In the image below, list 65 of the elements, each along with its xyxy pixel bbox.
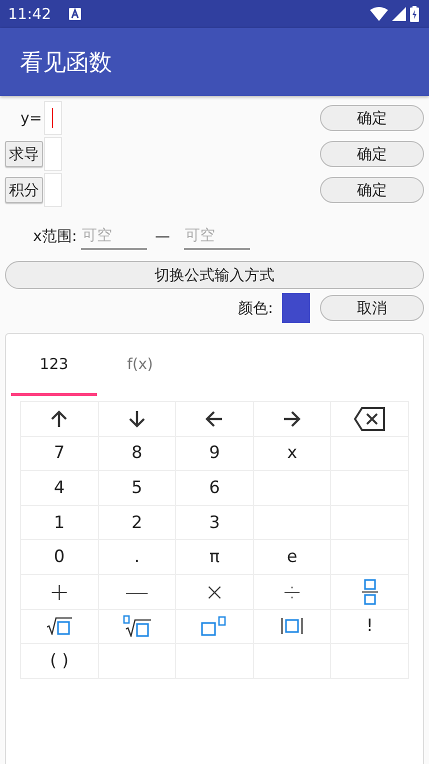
key[interactable]: 9 [176,436,254,472]
formula-input-field[interactable] [44,173,62,207]
backspace-icon [354,406,386,431]
operator-key[interactable]: — [98,574,176,610]
battery-icon [410,6,419,22]
x-range-label: x范围: [33,226,77,246]
power-icon [201,616,228,636]
y-equals-label: y= [20,109,43,127]
key[interactable]: ( ) [21,644,99,679]
switch-input-mode-button[interactable]: 切换公式输入方式 [5,261,424,289]
keyboard-tab[interactable]: 123 [11,334,97,396]
right-arrow-key[interactable] [254,402,332,437]
status-time: 11:42 [8,5,52,23]
key[interactable]: 2 [98,506,176,540]
key[interactable]: ! [331,610,409,644]
key[interactable]: 6 [176,471,254,506]
fraction-icon [362,578,378,605]
confirm-button[interactable]: 确定 [320,141,424,167]
notification-icon [69,8,82,20]
down-arrow-key[interactable] [98,402,176,437]
cancel-button[interactable]: 取消 [320,295,424,321]
derivative-button[interactable]: 求导 [5,141,43,167]
signal-icon [392,7,406,21]
operator-key[interactable]: × [176,574,254,610]
key[interactable]: π [176,540,254,575]
key[interactable]: . [98,540,176,575]
operator-key[interactable]: ÷ [254,574,332,610]
range-separator: — [154,227,170,245]
up-arrow-key[interactable] [21,402,99,437]
key[interactable]: 0 [21,540,99,575]
absolute-value-icon [281,617,304,636]
operator-key[interactable]: + [21,574,99,610]
left-arrow-key[interactable] [176,402,254,437]
nth-root-key[interactable] [98,610,176,644]
left-arrow-icon [204,408,224,429]
range-end-field[interactable]: 可空 [184,222,250,250]
integral-button[interactable]: 积分 [5,177,43,203]
confirm-button[interactable]: 确定 [320,105,424,131]
square-root-icon [46,617,72,636]
up-arrow-icon [49,408,70,429]
key[interactable]: 7 [21,436,99,472]
formula-input-field[interactable] [44,137,62,171]
keyboard-tab[interactable]: f(x) [97,334,183,396]
nth-root-icon [122,615,151,638]
fraction-key[interactable] [331,574,409,610]
confirm-button[interactable]: 确定 [320,177,424,203]
right-arrow-icon [282,408,302,429]
app-title: 看见函数 [20,48,112,78]
key[interactable]: 5 [98,471,176,506]
backspace-key[interactable] [331,402,409,437]
key[interactable]: x [254,436,332,472]
key[interactable]: 4 [21,471,99,506]
square-root-key[interactable] [21,610,99,644]
wifi-icon [370,7,388,21]
key[interactable]: e [254,540,332,575]
color-label: 颜色: [238,298,273,318]
power-key[interactable] [176,610,254,644]
color-swatch[interactable] [282,293,310,323]
absolute-value-key[interactable] [254,610,332,644]
key[interactable]: 8 [98,436,176,472]
key[interactable]: 3 [176,506,254,540]
range-start-field[interactable]: 可空 [80,222,147,250]
down-arrow-icon [126,408,147,429]
formula-input-field[interactable] [44,101,62,135]
key[interactable]: 1 [21,506,99,540]
